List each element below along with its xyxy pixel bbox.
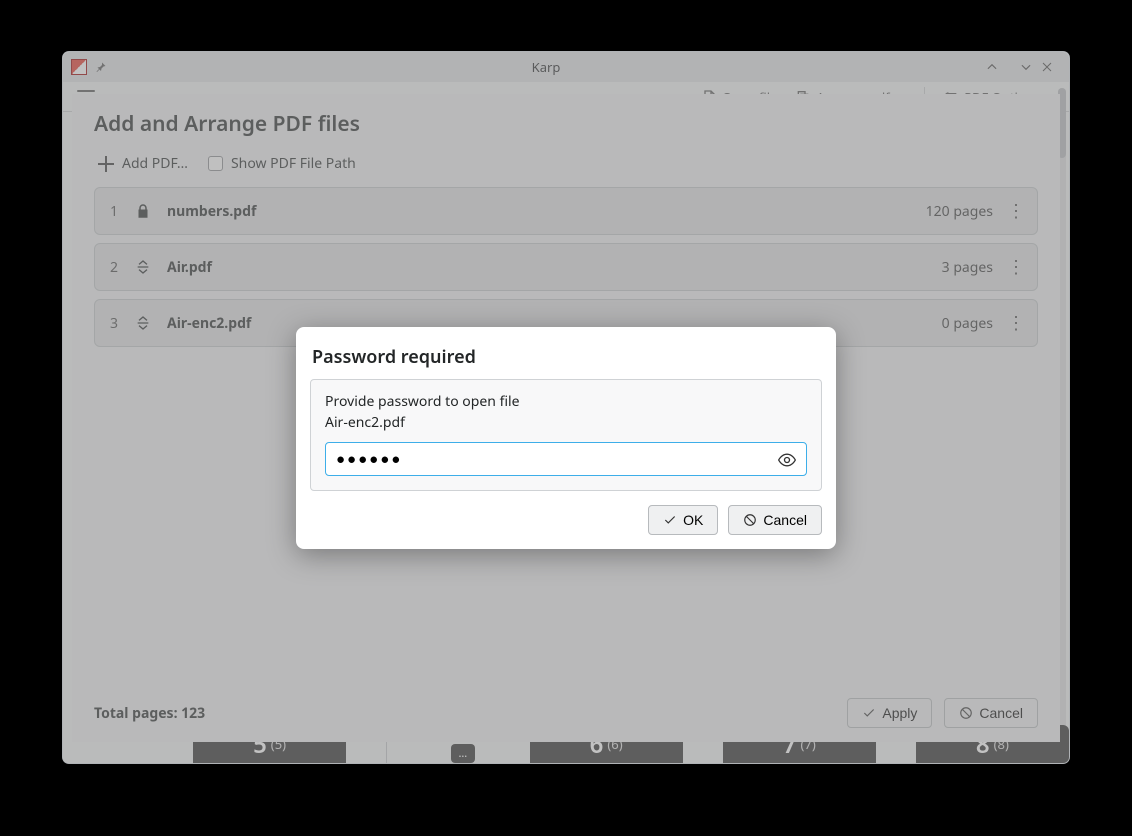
password-input[interactable] [336, 449, 770, 469]
password-message: Provide password to open file [325, 392, 807, 411]
ok-button[interactable]: OK [648, 505, 718, 535]
cancel-button[interactable]: Cancel [728, 505, 822, 535]
password-panel: Provide password to open file Air-enc2.p… [310, 379, 822, 491]
reveal-password-icon[interactable] [776, 449, 798, 471]
check-icon [663, 513, 677, 527]
password-input-wrap [325, 442, 807, 476]
password-filename: Air-enc2.pdf [325, 413, 807, 432]
password-dialog: Password required Provide password to op… [296, 327, 836, 549]
cancel-icon [743, 513, 757, 527]
password-dialog-title: Password required [312, 345, 820, 369]
